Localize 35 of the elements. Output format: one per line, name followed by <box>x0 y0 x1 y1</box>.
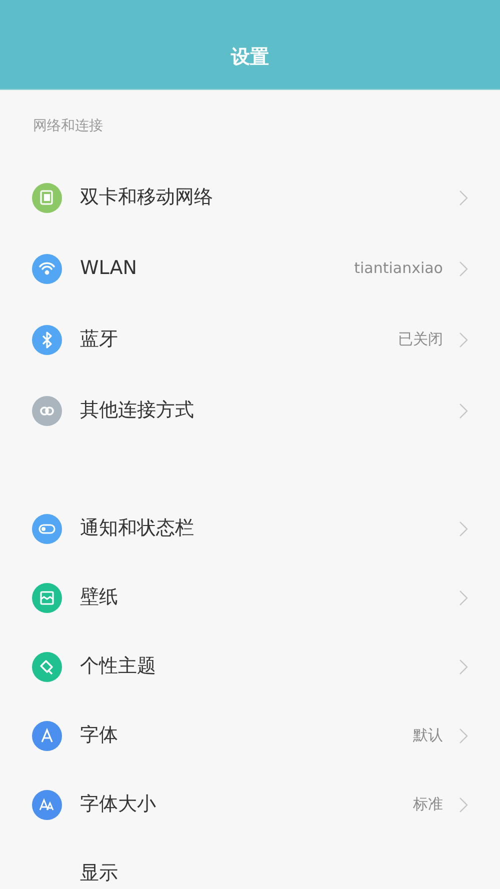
settings-row[interactable]: 蓝牙 已关闭 <box>0 304 500 375</box>
setting-label: 其他连接方式 <box>80 398 195 424</box>
settings-row[interactable]: 字体 默认 <box>0 701 500 770</box>
chevron-right-icon <box>459 658 468 674</box>
settings-row[interactable]: 字体大小 标准 <box>0 770 500 839</box>
chevron-right-icon <box>459 520 468 536</box>
setting-label: 个性主题 <box>80 654 157 680</box>
chevron-right-icon <box>459 590 468 606</box>
chevron-right-icon <box>459 190 468 206</box>
settings-row[interactable]: WLAN tiantianxiao <box>0 233 500 304</box>
setting-value: tiantianxiao <box>354 258 443 280</box>
chevron-right-icon <box>459 402 468 418</box>
settings-row[interactable]: 显示 <box>0 839 500 889</box>
chevron-right-icon <box>459 728 468 744</box>
setting-label: 字体大小 <box>80 792 157 818</box>
setting-label: 壁纸 <box>80 585 119 610</box>
setting-label: 双卡和移动网络 <box>80 185 214 210</box>
settings-row[interactable]: 个性主题 <box>0 632 500 701</box>
setting-label: 通知和状态栏 <box>80 516 195 542</box>
settings-row[interactable]: 通知和状态栏 <box>0 494 500 563</box>
setting-label: 字体 <box>80 723 119 748</box>
chevron-right-icon <box>459 260 468 276</box>
setting-value: 已关闭 <box>398 329 443 350</box>
setting-value: 默认 <box>413 725 443 746</box>
section-header: 网络和连接 <box>33 116 103 136</box>
settings-row[interactable]: 双卡和移动网络 <box>0 162 500 233</box>
chevron-right-icon <box>459 332 468 348</box>
chevron-right-icon <box>459 796 468 812</box>
setting-label: WLAN <box>80 256 138 282</box>
setting-label: 显示 <box>80 861 119 886</box>
setting-value: 标准 <box>413 794 443 816</box>
settings-row[interactable]: 壁纸 <box>0 563 500 632</box>
setting-label: 蓝牙 <box>80 327 119 352</box>
page-title: 设置 <box>231 44 269 70</box>
settings-row[interactable]: 其他连接方式 <box>0 375 500 446</box>
